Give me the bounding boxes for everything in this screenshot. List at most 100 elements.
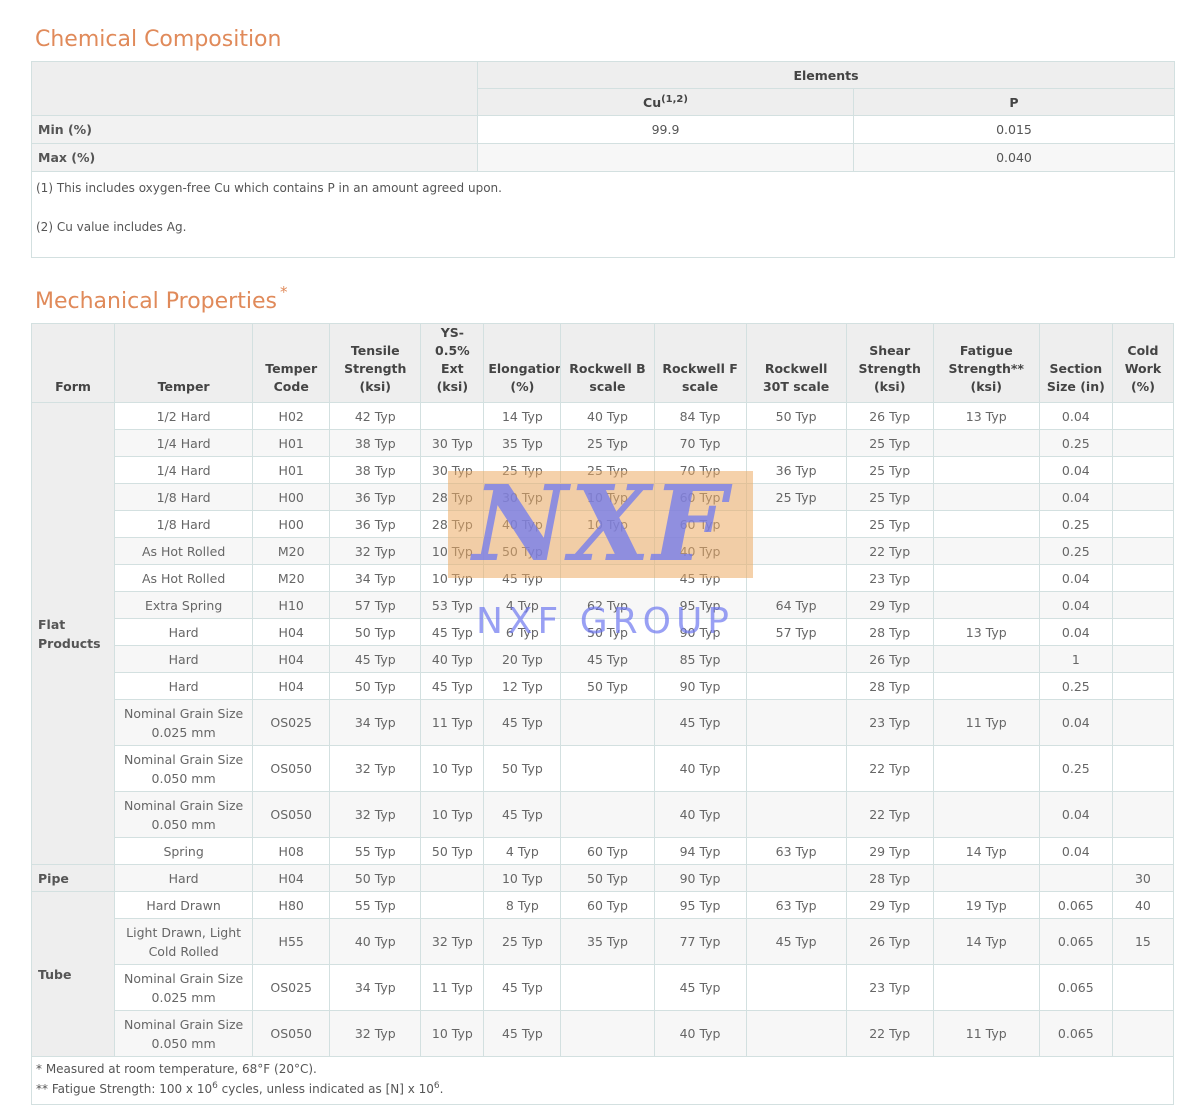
col-header: Temper [114, 323, 254, 403]
row-label-min: Min (%) [31, 115, 478, 144]
table-cell: OS025 [252, 699, 331, 746]
table-cell [932, 791, 1040, 838]
table-cell: 57 Typ [329, 591, 422, 619]
table-cell: 30 [1111, 864, 1175, 892]
table-cell: H00 [252, 483, 331, 511]
table-cell: Nominal Grain Size 0.025 mm [114, 699, 254, 746]
table-cell: 0.25 [1038, 672, 1113, 700]
table-cell: H80 [252, 891, 331, 919]
table-cell: 40 Typ [329, 918, 422, 965]
table-cell: 23 Typ [845, 564, 934, 592]
table-cell: 32 Typ [329, 745, 422, 792]
table-cell: 64 Typ [745, 591, 847, 619]
table-cell: Spring [114, 837, 254, 865]
table-cell: 25 Typ [560, 429, 655, 457]
table-cell [1038, 864, 1113, 892]
table-cell: Nominal Grain Size 0.025 mm [114, 964, 254, 1011]
table-cell: Light Drawn, Light Cold Rolled [114, 918, 254, 965]
table-cell: OS050 [252, 745, 331, 792]
table-cell: 1/8 Hard [114, 483, 254, 511]
table-cell [1111, 672, 1175, 700]
table-cell [1111, 537, 1175, 565]
table-cell [932, 745, 1040, 792]
col-header: Shear Strength (ksi) [845, 323, 934, 403]
table-cell: Hard [114, 672, 254, 700]
table-cell [745, 645, 847, 673]
table-row: Hard H04 50 Typ 45 Typ 12 Typ 50 Typ 90 Typ 28 … [32, 672, 1175, 700]
table-cell: H04 [252, 864, 331, 892]
table-cell [932, 537, 1040, 565]
table-cell [932, 591, 1040, 619]
mechanical-properties-title: Mechanical Properties * [35, 283, 288, 314]
table-cell [1111, 618, 1175, 646]
table-cell: 10 Typ [420, 791, 485, 838]
table-cell: 35 Typ [560, 918, 655, 965]
col-header: Temper Code [252, 323, 331, 403]
table-cell: 28 Typ [845, 672, 934, 700]
table-cell: 0.04 [1038, 791, 1113, 838]
form-cell: Tube [30, 891, 116, 1057]
table-cell: 45 Typ [653, 699, 747, 746]
table-cell: 26 Typ [845, 918, 934, 965]
table-cell: 23 Typ [845, 964, 934, 1011]
table-cell: 40 Typ [653, 1010, 747, 1057]
table-cell: 63 Typ [745, 837, 847, 865]
table-row: Nominal Grain Size 0.050 mm OS050 32 Typ 10… [32, 745, 1175, 792]
table-cell: 40 Typ [420, 645, 485, 673]
table-row: Tube Hard Drawn H80 55 Typ 8 Typ 60 Typ 95 Typ… [30, 891, 1175, 1057]
table-cell: M20 [252, 537, 331, 565]
table-cell: Hard [114, 864, 254, 892]
table-cell: 25 Typ [745, 483, 847, 511]
max-p-value: 0.040 [853, 143, 1175, 172]
table-cell: 25 Typ [845, 429, 934, 457]
table-cell: 0.25 [1038, 429, 1113, 457]
table-cell: 32 Typ [329, 1010, 422, 1057]
table-cell: 45 Typ [483, 699, 562, 746]
col-header: Fatigue Strength** (ksi) [932, 323, 1040, 403]
table-cell [1111, 591, 1175, 619]
table-cell: H10 [252, 591, 331, 619]
table-cell: 45 Typ [483, 791, 562, 838]
col-header: Elongation (%) [483, 323, 562, 403]
table-cell: 40 Typ [560, 402, 655, 430]
chemical-composition-table: Elements Cu(1,2) P Min (%) 99.9 0.015 Ma… [31, 61, 1175, 258]
table-cell: 11 Typ [932, 699, 1040, 746]
table-cell: 34 Typ [329, 964, 422, 1011]
table-cell: 0.25 [1038, 537, 1113, 565]
table-cell [1111, 483, 1175, 511]
table-cell: H01 [252, 429, 331, 457]
table-cell: 50 Typ [329, 618, 422, 646]
table-cell [932, 510, 1040, 538]
table-cell [745, 1010, 847, 1057]
table-cell: H04 [252, 672, 331, 700]
table-cell: 29 Typ [845, 837, 934, 865]
table-cell: 77 Typ [653, 918, 747, 965]
table-cell: 26 Typ [845, 645, 934, 673]
table-cell: H55 [252, 918, 331, 965]
table-cell: 25 Typ [845, 510, 934, 538]
table-cell: 0.04 [1038, 618, 1113, 646]
table-row: Nominal Grain Size 0.025 mm OS025 34 Typ 11… [32, 699, 1175, 746]
table-cell: 40 [1111, 891, 1175, 919]
table-cell [932, 964, 1040, 1011]
table-cell [560, 791, 655, 838]
table-cell: 25 Typ [845, 483, 934, 511]
table-cell: 55 Typ [329, 891, 422, 919]
table-cell: 57 Typ [745, 618, 847, 646]
table-cell: 4 Typ [483, 837, 562, 865]
table-cell: 26 Typ [845, 402, 934, 430]
table-cell: 85 Typ [653, 645, 747, 673]
table-cell: OS050 [252, 1010, 331, 1057]
table-row: Nominal Grain Size 0.050 mm OS050 32 Typ 10… [32, 791, 1175, 838]
table-cell: Hard [114, 618, 254, 646]
table-cell: 0.065 [1038, 891, 1113, 919]
table-cell [560, 699, 655, 746]
table-cell: 10 Typ [420, 1010, 485, 1057]
table-cell: 45 Typ [329, 645, 422, 673]
chem-corner-cell [31, 61, 478, 116]
table-cell: 0.04 [1038, 591, 1113, 619]
col-header: Rockwell B scale [560, 323, 655, 403]
table-cell: 38 Typ [329, 429, 422, 457]
table-cell: 35 Typ [483, 429, 562, 457]
table-cell: 14 Typ [932, 918, 1040, 965]
